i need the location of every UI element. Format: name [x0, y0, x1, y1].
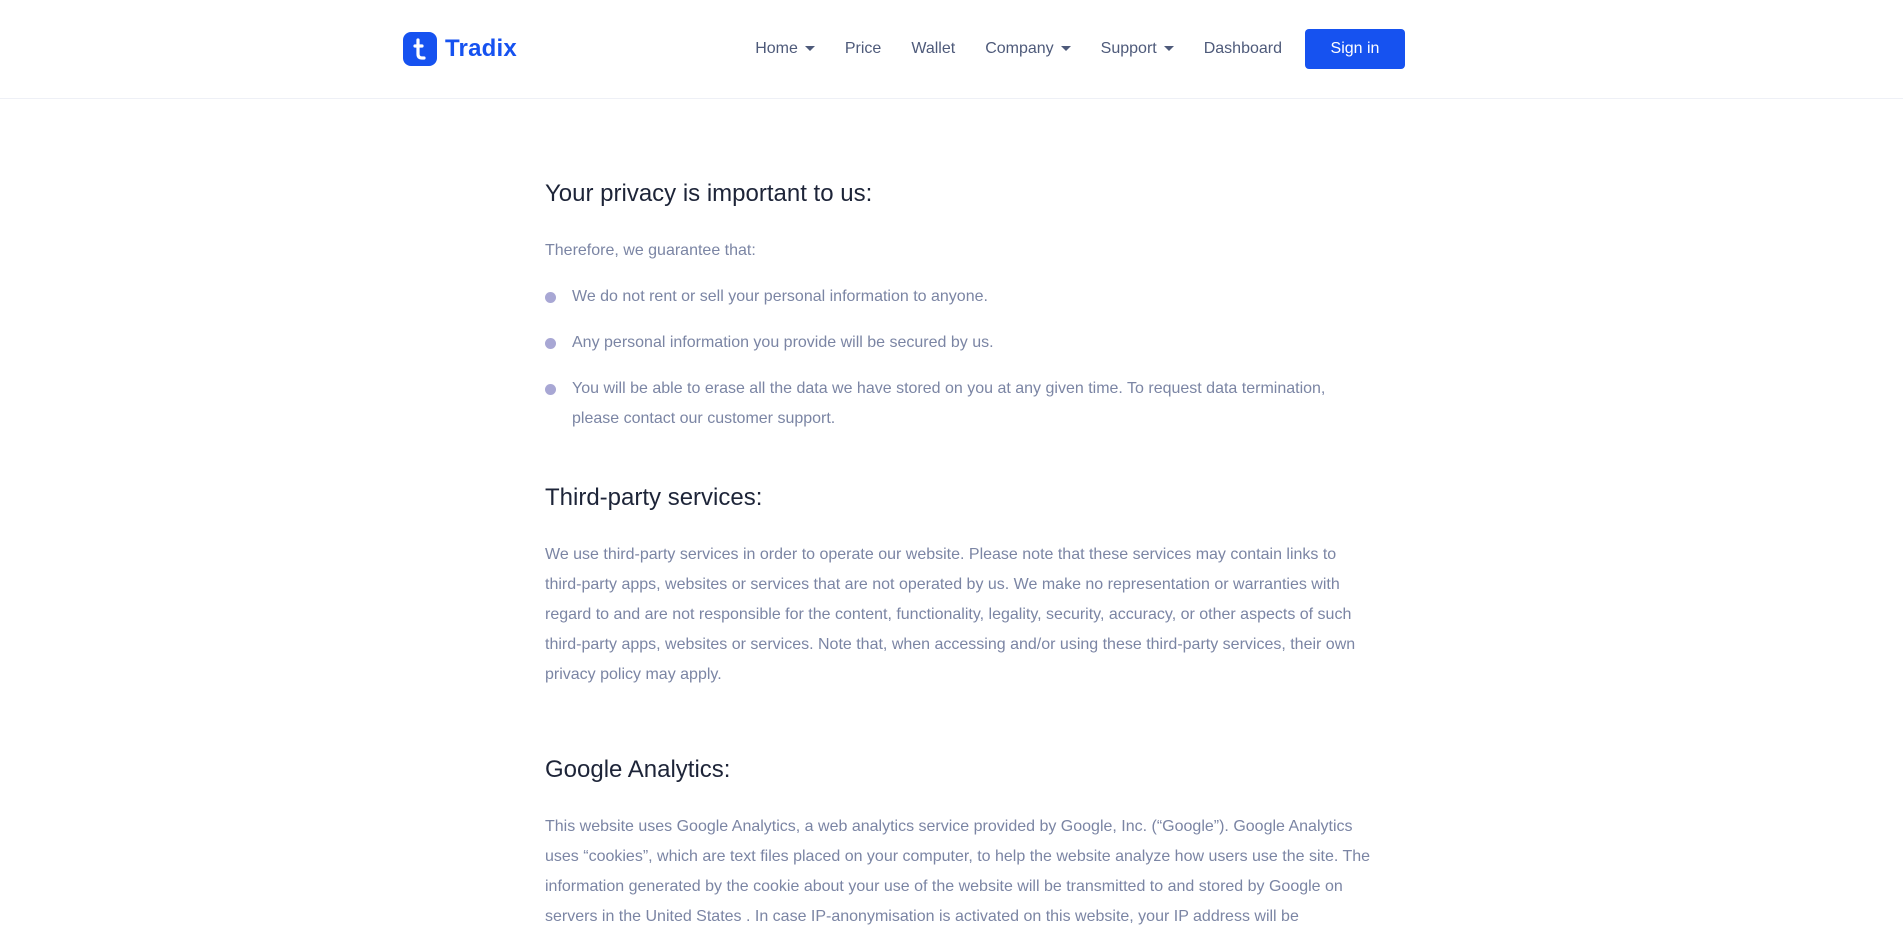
- section-body: This website uses Google Analytics, a we…: [545, 818, 1371, 925]
- privacy-content: Your privacy is important to us: Therefo…: [545, 170, 1375, 932]
- third-party-section: Third-party services: We use third-party…: [545, 474, 1375, 690]
- bullet-dot-icon: [545, 338, 556, 349]
- chevron-down-icon: [1060, 45, 1071, 51]
- nav-item-label: Dashboard: [1203, 40, 1282, 57]
- brand-name: Tradix: [445, 35, 517, 62]
- chevron-down-icon: [804, 45, 815, 51]
- section-heading: Third-party services:: [545, 484, 763, 511]
- list-item: We do not rent or sell your personal inf…: [545, 282, 1375, 312]
- list-item: Any personal information you provide wil…: [545, 328, 1375, 358]
- nav-item-label: Support: [1100, 40, 1157, 57]
- section-body: We use third-party services in order to …: [545, 546, 1356, 683]
- nav-item-label: Home: [755, 40, 798, 57]
- section-heading: Google Analytics:: [545, 756, 731, 783]
- list-item-text: We do not rent or sell your personal inf…: [572, 288, 988, 305]
- google-analytics-section: Google Analytics: This website uses Goog…: [545, 746, 1375, 932]
- nav-item-wallet[interactable]: Wallet: [911, 29, 955, 69]
- nav-item-label: Company: [985, 40, 1054, 57]
- list-item: You will be able to erase all the data w…: [545, 374, 1375, 434]
- list-item-text: You will be able to erase all the data w…: [572, 380, 1326, 427]
- section-intro: Therefore, we guarantee that:: [545, 242, 756, 259]
- nav-item-home[interactable]: Home: [755, 29, 815, 69]
- sign-in-button[interactable]: Sign in: [1305, 29, 1405, 69]
- nav-item-dashboard[interactable]: Dashboard: [1204, 29, 1282, 69]
- nav-item-company[interactable]: Company: [985, 29, 1071, 69]
- list-item-text: Any personal information you provide wil…: [572, 334, 994, 351]
- top-navbar: Tradix Home Price Wallet Company Support…: [0, 0, 1903, 99]
- nav-item-support[interactable]: Support: [1101, 29, 1174, 69]
- tradix-logo-icon: [403, 32, 437, 66]
- chevron-down-icon: [1163, 45, 1174, 51]
- nav-item-label: Price: [844, 40, 882, 57]
- privacy-section: Your privacy is important to us: Therefo…: [545, 170, 1375, 434]
- nav-item-label: Wallet: [911, 40, 956, 57]
- bullet-dot-icon: [545, 292, 556, 303]
- main-nav: Home Price Wallet Company Support Dashbo…: [755, 29, 1405, 69]
- guarantee-list: We do not rent or sell your personal inf…: [545, 282, 1375, 434]
- bullet-dot-icon: [545, 384, 556, 395]
- nav-item-price[interactable]: Price: [845, 29, 881, 69]
- section-heading: Your privacy is important to us:: [545, 180, 873, 207]
- brand-logo-link[interactable]: Tradix: [403, 32, 517, 66]
